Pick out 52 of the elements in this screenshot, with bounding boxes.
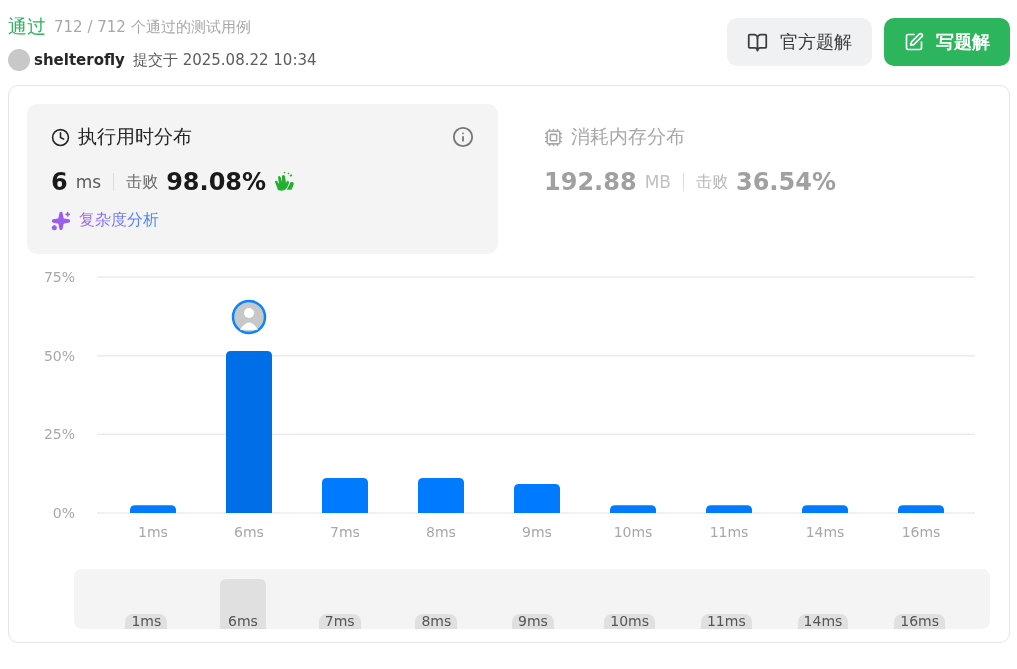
clapping-hands-icon: [274, 172, 297, 192]
metric-panel[interactable]: 执行用时分布 6 ms 击败 98.08% 复杂度分析: [27, 104, 498, 254]
y-axis-label: 50%: [43, 347, 75, 364]
clock-icon: [51, 127, 70, 147]
metric-unit: MB: [644, 172, 671, 192]
beats-label: 击败: [695, 171, 728, 193]
bar[interactable]: [898, 505, 944, 513]
y-axis-label: 0%: [52, 505, 75, 521]
overview-item[interactable]: 1ms: [123, 579, 170, 629]
x-axis-label: 8ms: [426, 524, 456, 540]
chip-icon: [544, 127, 563, 147]
bar[interactable]: [610, 505, 656, 513]
x-axis-label: 9ms: [522, 524, 552, 540]
official-solution-button[interactable]: 官方题解: [727, 18, 872, 66]
x-axis-label: 16ms: [901, 524, 941, 540]
overview-item[interactable]: 7ms: [316, 579, 363, 629]
y-axis-label: 75%: [43, 269, 75, 285]
overview-item[interactable]: 11ms: [703, 579, 750, 629]
overview-item[interactable]: 8ms: [413, 579, 460, 629]
submission-time: 提交于 2025.08.22 10:34: [132, 50, 317, 70]
x-axis-label: 1ms: [138, 524, 168, 540]
x-axis-label: 14ms: [805, 524, 845, 540]
y-axis-label: 25%: [43, 426, 75, 443]
metric-unit: ms: [75, 172, 102, 192]
beats-percent: 36.54%: [735, 168, 836, 196]
metric-title: 消耗内存分布: [571, 124, 685, 149]
beats-label: 击败: [126, 171, 159, 193]
avatar-marker: [231, 299, 267, 335]
metric-title: 执行用时分布: [78, 124, 192, 149]
bar[interactable]: [130, 505, 176, 513]
x-axis-label: 7ms: [330, 524, 360, 540]
info-icon[interactable]: [452, 126, 474, 148]
overview-item[interactable]: 16ms: [896, 579, 943, 629]
x-axis-label: 11ms: [709, 524, 749, 540]
overview-item[interactable]: 14ms: [800, 579, 846, 629]
metric-value: 192.88: [544, 168, 637, 196]
overview-item[interactable]: 9ms: [510, 579, 556, 629]
overview-item[interactable]: 6ms: [220, 579, 266, 629]
sparkle-icon: [51, 210, 71, 231]
bar[interactable]: [706, 505, 752, 513]
avatar: [8, 49, 30, 71]
edit-icon: [904, 32, 924, 52]
testcase-count: 712 / 712 个通过的测试用例: [54, 17, 251, 37]
x-axis-label: 10ms: [613, 524, 653, 540]
overview-item[interactable]: 10ms: [606, 579, 653, 629]
status-text: 通过: [8, 14, 46, 39]
bar[interactable]: [802, 505, 848, 513]
username[interactable]: shelterofly: [34, 51, 125, 69]
beats-percent: 98.08%: [166, 168, 267, 196]
x-axis-label: 6ms: [234, 524, 264, 540]
book-icon: [747, 31, 768, 53]
metric-value: 6: [51, 168, 68, 196]
